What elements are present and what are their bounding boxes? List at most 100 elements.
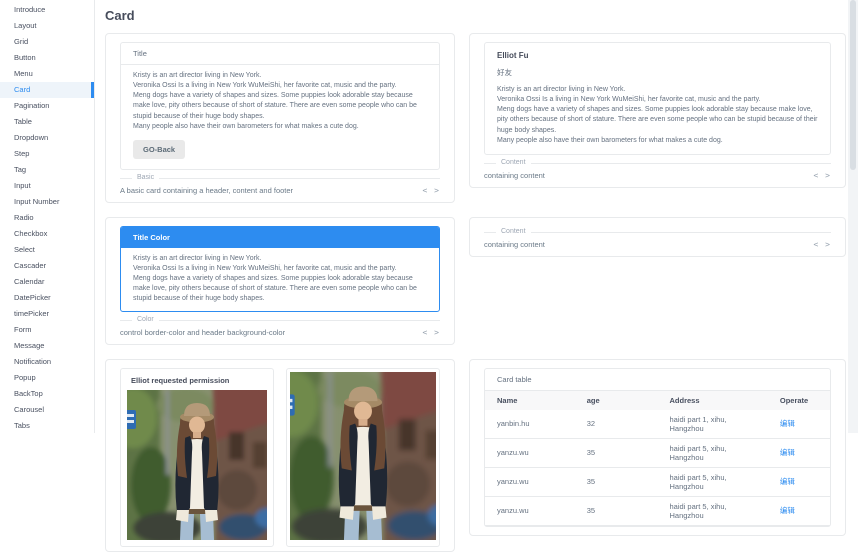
street-photo bbox=[127, 390, 267, 540]
photo-wrapper bbox=[121, 390, 273, 546]
section-divider: Content bbox=[484, 232, 831, 233]
column-header-address: Address bbox=[657, 391, 767, 410]
photo-card-with-header: Elliot requested permission bbox=[120, 368, 274, 547]
cell-age: 32 bbox=[575, 410, 658, 439]
section-divider: Content bbox=[484, 163, 831, 164]
card-paragraph: Veronika Ossi Is a living in New York Wu… bbox=[497, 95, 818, 105]
sidebar-item[interactable]: Table bbox=[0, 114, 94, 130]
card-paragraph: Many people also have their own baromete… bbox=[497, 136, 818, 146]
sidebar-item[interactable]: Radio bbox=[0, 210, 94, 226]
code-expand-icon[interactable]: < > bbox=[814, 171, 831, 180]
section-label: Color bbox=[132, 316, 159, 323]
sidebar-item[interactable]: Tag bbox=[0, 162, 94, 178]
sidebar-item[interactable]: Grid bbox=[0, 34, 94, 50]
scrollbar-thumb[interactable] bbox=[850, 0, 856, 170]
photo-wrapper bbox=[287, 369, 439, 543]
content-card: Elliot Fu 好友 Kristy is an art director l… bbox=[484, 42, 831, 155]
cell-operate: 编辑 bbox=[768, 410, 830, 439]
sidebar-item[interactable]: Button bbox=[0, 50, 94, 66]
scrollbar-track[interactable] bbox=[848, 0, 858, 433]
basic-card-title: Title bbox=[121, 43, 439, 65]
table-card: Card table Name age Address Operate bbox=[484, 368, 831, 527]
component-sidebar: Introduce Layout Grid Button Menu Card P… bbox=[0, 0, 95, 433]
cell-name: yanzu.wu bbox=[485, 438, 575, 467]
color-card-title: Title Color bbox=[121, 227, 439, 248]
column-header-name: Name bbox=[485, 391, 575, 410]
sidebar-item[interactable]: Message bbox=[0, 338, 94, 354]
card-paragraph: Meng dogs have a variety of shapes and s… bbox=[133, 91, 427, 121]
demo-description: containing content bbox=[484, 171, 545, 180]
sidebar-item[interactable]: Card bbox=[0, 82, 94, 98]
sidebar-item[interactable]: Pagination bbox=[0, 98, 94, 114]
sidebar-item[interactable]: Select bbox=[0, 242, 94, 258]
card-paragraph: Kristy is an art director living in New … bbox=[133, 254, 427, 264]
content-card-body: Kristy is an art director living in New … bbox=[497, 85, 818, 146]
street-photo bbox=[290, 372, 436, 540]
cell-name: yanzu.wu bbox=[485, 467, 575, 496]
edit-link[interactable]: 编辑 bbox=[780, 448, 795, 457]
demo-panel-content: Elliot Fu 好友 Kristy is an art director l… bbox=[469, 33, 846, 188]
demo-description: A basic card containing a header, conten… bbox=[120, 186, 293, 195]
demo-description: containing content bbox=[484, 240, 545, 249]
sidebar-item[interactable]: DatePicker bbox=[0, 290, 94, 306]
edit-link[interactable]: 编辑 bbox=[780, 506, 795, 515]
edit-link[interactable]: 编辑 bbox=[780, 477, 795, 486]
sidebar-item[interactable]: Notification bbox=[0, 354, 94, 370]
page-title: Card bbox=[105, 8, 848, 23]
table-card-title: Card table bbox=[485, 369, 830, 391]
sidebar-item[interactable]: Cascader bbox=[0, 258, 94, 274]
cell-name: yanbin.hu bbox=[485, 410, 575, 439]
sidebar-item[interactable]: Input Number bbox=[0, 194, 94, 210]
content-card-subtitle: 好友 bbox=[497, 67, 818, 78]
demo-description-row: A basic card containing a header, conten… bbox=[120, 179, 440, 198]
photo-row: Elliot requested permission bbox=[120, 368, 440, 547]
cell-address: haidi part 5, xihu, Hangzhou bbox=[657, 438, 767, 467]
sidebar-item[interactable]: Form bbox=[0, 322, 94, 338]
content-card-title: Elliot Fu bbox=[497, 51, 818, 60]
column-header-operate: Operate bbox=[768, 391, 830, 410]
basic-card: Title Kristy is an art director living i… bbox=[120, 42, 440, 170]
demo-description-row: containing content < > bbox=[484, 233, 831, 252]
table-header: Name age Address Operate bbox=[485, 391, 830, 410]
table-row: yanbin.hu 32 haidi part 1, xihu, Hangzho… bbox=[485, 410, 830, 439]
edit-link[interactable]: 编辑 bbox=[780, 419, 795, 428]
main-content: Card Title Kristy is an art director liv… bbox=[95, 0, 848, 433]
code-expand-icon[interactable]: < > bbox=[814, 240, 831, 249]
basic-card-body: Kristy is an art director living in New … bbox=[121, 65, 439, 138]
card-paragraph: Veronika Ossi Is a living in New York Wu… bbox=[133, 81, 427, 91]
sidebar-item[interactable]: timePicker bbox=[0, 306, 94, 322]
demo-panel-content-small: Content containing content < > bbox=[469, 217, 846, 257]
cell-operate: 编辑 bbox=[768, 438, 830, 467]
sidebar-item[interactable]: Dropdown bbox=[0, 130, 94, 146]
color-card-body: Kristy is an art director living in New … bbox=[121, 248, 439, 311]
sidebar-item[interactable]: BackTop bbox=[0, 386, 94, 402]
sidebar-item[interactable]: Introduce bbox=[0, 2, 94, 18]
sidebar-item[interactable]: Input bbox=[0, 178, 94, 194]
demo-panel-table: Card table Name age Address Operate bbox=[469, 359, 846, 536]
sidebar-item[interactable]: Popup bbox=[0, 370, 94, 386]
sidebar-item[interactable]: Carousel bbox=[0, 402, 94, 418]
card-table: Name age Address Operate yanbin.hu 32 bbox=[485, 391, 830, 526]
demo-panel-image: Elliot requested permission bbox=[105, 359, 455, 552]
cell-operate: 编辑 bbox=[768, 496, 830, 525]
card-paragraph: Veronika Ossi Is a living in New York Wu… bbox=[133, 264, 427, 274]
demo-description-row: control border-color and header backgrou… bbox=[120, 321, 440, 340]
cell-age: 35 bbox=[575, 467, 658, 496]
section-label: Content bbox=[496, 228, 531, 235]
demo-description-row: containing content < > bbox=[484, 164, 831, 183]
card-paragraph: Many people also have their own baromete… bbox=[133, 122, 427, 132]
sidebar-item[interactable]: Tabs bbox=[0, 418, 94, 434]
sidebar-item[interactable]: Layout bbox=[0, 18, 94, 34]
sidebar-item[interactable]: Menu bbox=[0, 66, 94, 82]
sidebar-item[interactable]: Calendar bbox=[0, 274, 94, 290]
go-back-button[interactable]: GO-Back bbox=[133, 140, 185, 159]
card-paragraph: Meng dogs have a variety of shapes and s… bbox=[497, 105, 818, 135]
code-expand-icon[interactable]: < > bbox=[423, 186, 440, 195]
demo-grid: Title Kristy is an art director living i… bbox=[105, 33, 848, 552]
cell-address: haidi part 5, xihu, Hangzhou bbox=[657, 496, 767, 525]
demo-panel-basic: Title Kristy is an art director living i… bbox=[105, 33, 455, 203]
sidebar-item[interactable]: Checkbox bbox=[0, 226, 94, 242]
code-expand-icon[interactable]: < > bbox=[423, 328, 440, 337]
cell-name: yanzu.wu bbox=[485, 496, 575, 525]
sidebar-item[interactable]: Step bbox=[0, 146, 94, 162]
